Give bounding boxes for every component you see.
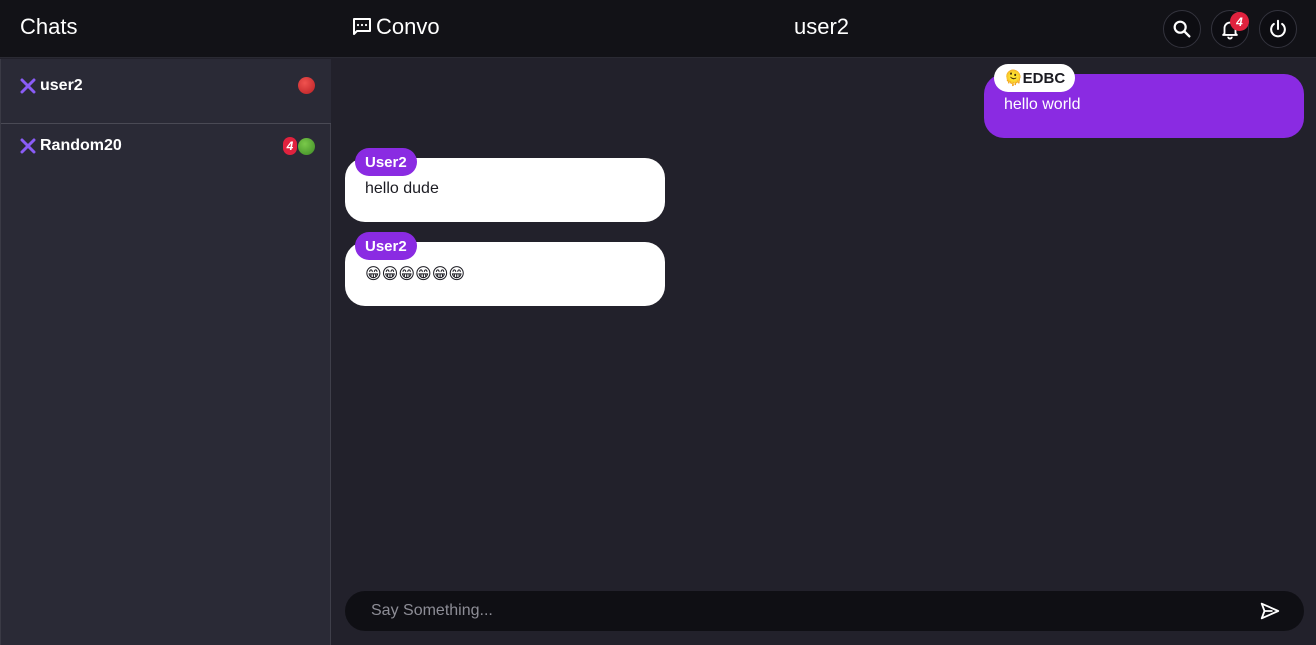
chat-bubble-icon [350, 15, 374, 39]
contact-name: Random20 [40, 137, 122, 154]
contact-item-user2[interactable]: user2 [1, 59, 331, 124]
close-x-icon [20, 138, 36, 154]
message-input[interactable] [345, 591, 1245, 631]
notification-count-badge: 4 [1230, 12, 1249, 31]
notifications-button[interactable]: 4 [1211, 10, 1249, 48]
contacts-sidebar: user2 Random20 4 [0, 59, 331, 645]
power-icon [1267, 18, 1289, 40]
app-root: Chats Convo user2 4 user2 Random20 4 hel… [0, 0, 1316, 645]
contact-status: 4 [283, 137, 315, 155]
unread-count-badge: 4 [283, 137, 297, 155]
message-text: hello world [1004, 96, 1081, 113]
current-chat-title: user2 [794, 14, 850, 39]
search-button[interactable] [1163, 10, 1201, 48]
sender-tag: User2 [355, 232, 417, 260]
message-text: 😁😁😁😁😁😁 [365, 266, 466, 283]
chats-title: Chats [20, 14, 78, 39]
send-button[interactable] [1259, 600, 1281, 622]
search-icon [1171, 18, 1193, 40]
sender-tag: User2 [355, 148, 417, 176]
message-composer [345, 591, 1304, 631]
brand-name: Convo [376, 14, 440, 39]
contact-name: user2 [40, 77, 83, 94]
send-icon [1259, 600, 1281, 622]
contact-status [298, 77, 315, 94]
message-area: hello world 🫠EDBC hello dude User2 😁😁😁😁😁… [331, 59, 1316, 645]
logout-button[interactable] [1259, 10, 1297, 48]
brand[interactable]: Convo [350, 14, 440, 40]
contact-item-random20[interactable]: Random20 4 [1, 124, 331, 184]
online-status-dot [298, 137, 315, 155]
message-text: hello dude [365, 180, 439, 197]
offline-status-dot [298, 77, 315, 94]
top-header: Chats Convo user2 4 [0, 0, 1316, 58]
close-x-icon [20, 78, 36, 94]
sender-tag: 🫠EDBC [994, 64, 1076, 92]
